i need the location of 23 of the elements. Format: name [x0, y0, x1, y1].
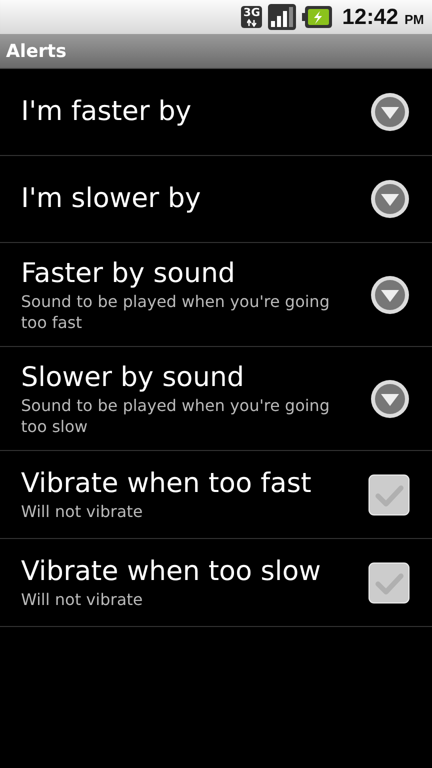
- preference-item[interactable]: I'm faster by: [0, 69, 432, 156]
- preference-title: I'm slower by: [21, 182, 201, 216]
- checkbox[interactable]: [368, 474, 410, 516]
- preference-item[interactable]: I'm slower by: [0, 156, 432, 243]
- preference-summary: Will not vibrate: [21, 501, 144, 522]
- preference-title: I'm faster by: [21, 95, 192, 129]
- preference-item[interactable]: Slower by sound Sound to be played when you're going too slow: [0, 347, 432, 451]
- checkbox[interactable]: [368, 562, 410, 604]
- preference-title: Faster by sound: [21, 256, 236, 290]
- signal-icon: [268, 4, 296, 30]
- preference-title: Vibrate when too fast: [21, 467, 312, 501]
- preference-item[interactable]: Vibrate when too slow Will not vibrate: [0, 539, 432, 627]
- screen-title: Alerts: [6, 40, 67, 62]
- preference-item[interactable]: Faster by sound Sound to be played when you're going too fast: [0, 243, 432, 347]
- preference-title: Vibrate when too slow: [21, 555, 322, 589]
- preference-item[interactable]: Vibrate when too fast Will not vibrate: [0, 451, 432, 539]
- preference-summary: Sound to be played when you're going too slow: [21, 394, 331, 436]
- battery-charging-icon: [302, 6, 332, 28]
- preference-title: Slower by sound: [21, 360, 246, 394]
- network-type-icon: 3G: [241, 6, 262, 28]
- preference-summary: Will not vibrate: [21, 589, 144, 610]
- preference-summary: Sound to be played when you're going too fast: [21, 290, 331, 332]
- clock: 12:42 PM: [342, 4, 424, 30]
